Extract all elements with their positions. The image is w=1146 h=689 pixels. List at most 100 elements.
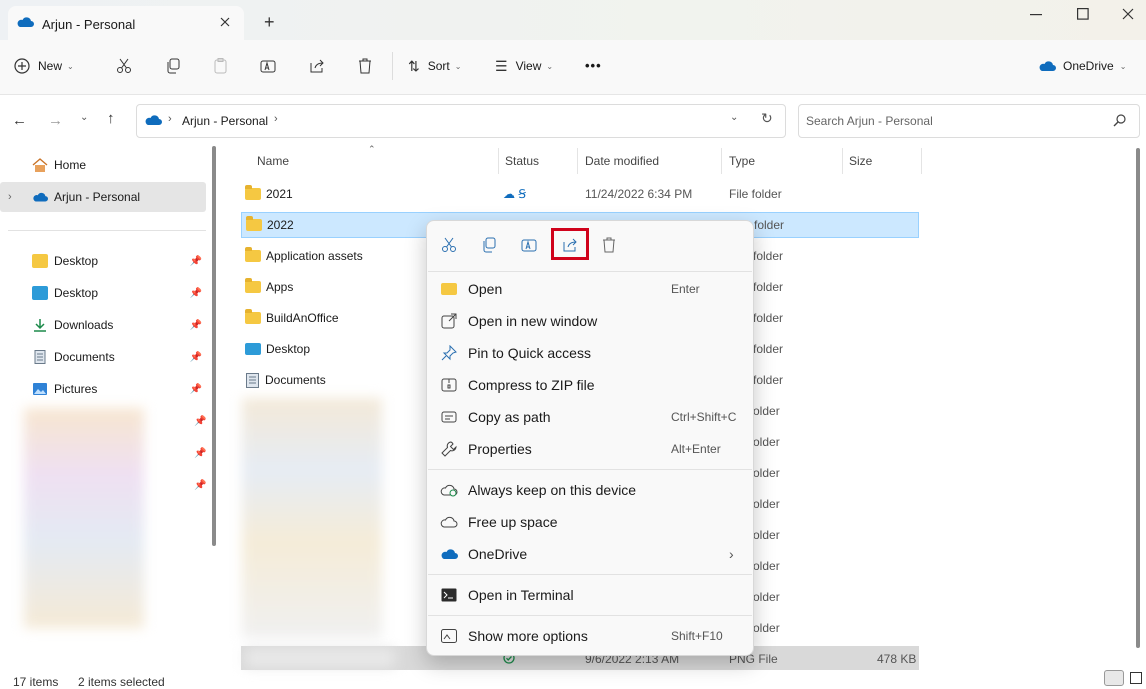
expand-chevron-icon[interactable]: ›	[8, 191, 20, 203]
column-header-date[interactable]: Date modified	[585, 154, 659, 168]
nav-label: Desktop	[54, 254, 99, 268]
content-scrollbar[interactable]	[1136, 148, 1140, 648]
menu-divider	[428, 469, 752, 470]
column-divider[interactable]	[498, 148, 499, 174]
document-icon	[246, 372, 259, 388]
view-button[interactable]: ☰ View ⌄	[495, 54, 553, 78]
pin-icon: 📌	[194, 448, 207, 459]
onedrive-icon	[440, 545, 458, 563]
breadcrumb-item[interactable]: Arjun - Personal	[182, 114, 268, 128]
search-icon[interactable]	[1113, 114, 1126, 127]
details-view-icon[interactable]	[1104, 670, 1124, 686]
menu-item-pin-quick-access[interactable]: Pin to Quick access	[427, 337, 753, 369]
menu-item-open-new-window[interactable]: Open in new window	[427, 305, 753, 337]
close-tab-icon[interactable]	[220, 17, 230, 27]
folder-icon	[246, 216, 262, 231]
download-icon	[34, 319, 46, 332]
view-label: View	[515, 59, 542, 73]
breadcrumb-separator-icon[interactable]: ›	[274, 113, 278, 125]
file-name: Documents	[265, 373, 326, 387]
menu-item-open[interactable]: Open Enter	[427, 273, 753, 305]
close-window-icon[interactable]	[1122, 8, 1134, 20]
pin-icon: 📌	[189, 255, 202, 267]
menu-item-onedrive[interactable]: OneDrive ›	[427, 538, 753, 570]
file-type: folder	[753, 280, 784, 294]
new-tab-button[interactable]: +	[264, 12, 275, 33]
pin-icon: 📌	[189, 287, 202, 299]
copy-icon[interactable]	[481, 237, 497, 253]
column-header-status[interactable]: Status	[505, 154, 539, 168]
toolbar-divider	[392, 52, 393, 80]
column-header-name[interactable]: Name	[257, 154, 289, 168]
nav-scrollbar[interactable]	[212, 146, 216, 546]
desktop-icon	[245, 343, 261, 355]
menu-shortcut: Ctrl+Shift+C	[671, 410, 737, 424]
nav-label: Desktop	[54, 286, 99, 300]
view-icon: ☰	[495, 57, 508, 74]
maximize-icon[interactable]	[1077, 8, 1089, 20]
zip-icon	[440, 376, 458, 394]
nav-item-documents[interactable]: Documents 📌	[0, 342, 206, 372]
copy-icon[interactable]	[165, 58, 181, 74]
minimize-icon[interactable]	[1030, 14, 1042, 16]
refresh-icon[interactable]: ↻	[761, 110, 773, 127]
forward-icon[interactable]: →	[48, 112, 63, 129]
menu-item-properties[interactable]: Properties Alt+Enter	[427, 433, 753, 465]
menu-item-open-terminal[interactable]: Open in Terminal	[427, 579, 753, 611]
column-divider[interactable]	[921, 148, 922, 174]
menu-shortcut: Alt+Enter	[671, 442, 721, 456]
rename-icon[interactable]	[260, 58, 276, 74]
nav-item-home[interactable]: Home	[0, 150, 206, 180]
new-label: New	[38, 59, 63, 73]
share-icon[interactable]	[309, 58, 325, 74]
menu-label: Open in Terminal	[468, 587, 574, 603]
rename-icon[interactable]	[521, 237, 537, 253]
menu-item-copy-as-path[interactable]: Copy as path Ctrl+Shift+C	[427, 401, 753, 433]
nav-item-desktop[interactable]: Desktop 📌	[0, 246, 206, 276]
sort-button[interactable]: ⇅ Sort ⌄	[408, 54, 461, 78]
delete-icon[interactable]	[601, 237, 617, 253]
column-header-type[interactable]: Type	[729, 154, 755, 168]
onedrive-icon	[1039, 61, 1056, 71]
nav-item-pictures[interactable]: Pictures 📌	[0, 374, 206, 404]
column-divider[interactable]	[721, 148, 722, 174]
cut-icon[interactable]	[441, 237, 457, 253]
tiles-view-icon[interactable]	[1130, 672, 1142, 684]
file-name: Apps	[266, 280, 294, 294]
more-options-icon	[440, 627, 458, 645]
column-header-size[interactable]: Size	[849, 154, 872, 168]
file-type-fragment: older	[753, 590, 780, 604]
recent-locations-icon[interactable]: ⌄	[80, 112, 88, 123]
nav-item-onedrive[interactable]: › Arjun - Personal	[0, 182, 206, 212]
menu-item-always-keep[interactable]: Always keep on this device	[427, 474, 753, 506]
address-dropdown-icon[interactable]: ⌄	[730, 112, 738, 123]
delete-icon[interactable]	[357, 58, 373, 74]
back-icon[interactable]: ←	[12, 112, 27, 129]
pin-icon	[440, 344, 458, 362]
table-row[interactable]: 2021 ☁ Ꞩ 11/24/2022 6:34 PM File folder	[241, 181, 919, 207]
file-size: 478 KB	[877, 652, 917, 666]
nav-item-desktop-2[interactable]: Desktop 📌	[0, 278, 206, 308]
file-date: 11/24/2022 6:34 PM	[585, 187, 693, 201]
folder-open-icon	[440, 280, 458, 298]
file-type: folder	[753, 373, 784, 387]
more-options-button[interactable]: •••	[585, 58, 602, 73]
nav-item-downloads[interactable]: Downloads 📌	[0, 310, 206, 340]
cut-icon[interactable]	[116, 58, 132, 74]
menu-item-compress-zip[interactable]: Compress to ZIP file	[427, 369, 753, 401]
menu-item-show-more-options[interactable]: Show more options Shift+F10	[427, 620, 753, 652]
context-menu: Open Enter Open in new window Pin to Qui…	[426, 220, 754, 656]
new-button[interactable]: New ⌄	[14, 54, 74, 78]
breadcrumb-separator-icon: ›	[168, 113, 172, 125]
menu-item-free-up-space[interactable]: Free up space	[427, 506, 753, 538]
onedrive-button[interactable]: OneDrive ⌄	[1038, 54, 1126, 78]
column-divider[interactable]	[842, 148, 843, 174]
pin-icon: 📌	[189, 351, 202, 363]
selected-count: 2 items selected	[78, 675, 165, 689]
pin-icon: 📌	[189, 319, 202, 331]
cloud-sync-icon	[440, 481, 458, 499]
share-icon[interactable]	[562, 237, 578, 253]
column-divider[interactable]	[577, 148, 578, 174]
up-icon[interactable]: ↑	[107, 110, 115, 127]
folder-icon	[32, 254, 48, 268]
